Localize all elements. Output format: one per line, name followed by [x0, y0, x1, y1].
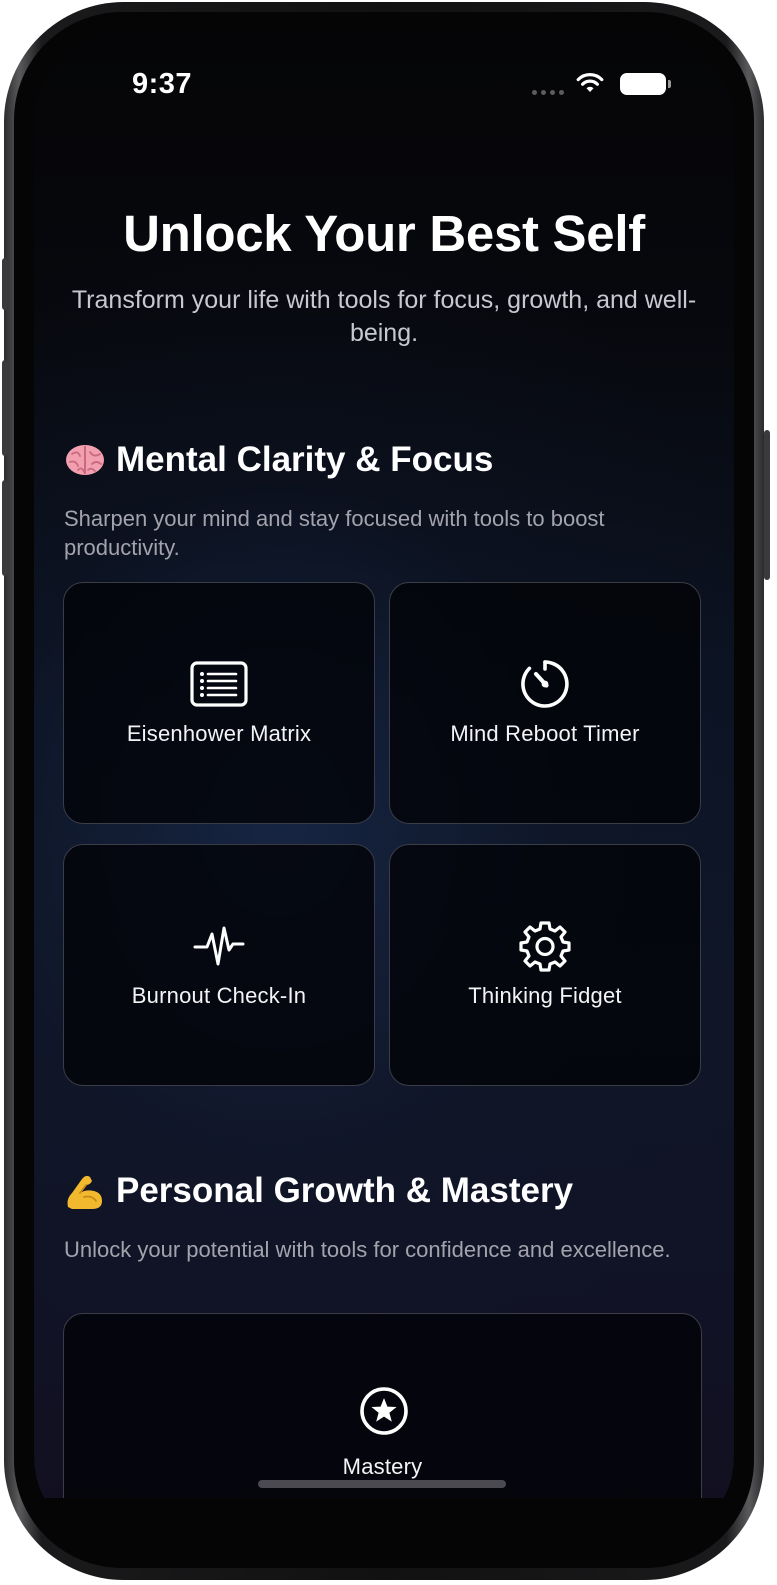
tool-label: Eisenhower Matrix: [126, 721, 312, 746]
tool-tile-eisenhower-matrix[interactable]: Eisenhower Matrix: [63, 582, 375, 824]
tool-label: Mastery: [342, 1454, 423, 1479]
tool-label: Burnout Check-In: [131, 983, 307, 1008]
wifi-icon: [576, 73, 604, 92]
section-title: Mental Clarity & Focus: [116, 440, 494, 479]
cellular-signal-icon: [532, 90, 564, 95]
app-screen: 9:37 Unlock Your Best Self Transform you…: [34, 32, 734, 1548]
battery-icon: [620, 73, 671, 95]
section-heading-personal-growth: Personal Growth & Mastery: [64, 1171, 573, 1211]
bottom-shade: [34, 1498, 734, 1548]
status-bar: 9:37: [34, 32, 734, 132]
home-indicator[interactable]: [258, 1480, 506, 1488]
tool-tile-thinking-fidget[interactable]: Thinking Fidget: [389, 844, 701, 1086]
power-button: [764, 430, 770, 580]
side-button: [2, 258, 8, 310]
star-circle-icon: [355, 1386, 413, 1436]
section-title: Personal Growth & Mastery: [116, 1171, 574, 1210]
tool-tile-mind-reboot-timer[interactable]: Mind Reboot Timer: [389, 582, 701, 824]
tool-label: Mind Reboot Timer: [450, 721, 640, 746]
tool-label: Thinking Fidget: [468, 983, 622, 1008]
pulse-icon: [190, 921, 248, 971]
section-description: Sharpen your mind and stay focused with …: [64, 506, 605, 560]
gear-icon: [516, 921, 574, 972]
flexed-biceps-emoji-icon: [64, 1171, 106, 1211]
page-subtitle: Transform your life with tools for focus…: [71, 286, 697, 347]
tool-tile-burnout-check-in[interactable]: Burnout Check-In: [63, 844, 375, 1086]
status-time: 9:37: [132, 68, 193, 100]
list-icon: [190, 659, 248, 709]
timer-icon: [516, 659, 574, 709]
volume-down-button: [2, 480, 8, 576]
volume-up-button: [2, 360, 8, 456]
page-title: Unlock Your Best Self: [123, 205, 645, 262]
brain-emoji-icon: [64, 440, 106, 480]
section-heading-mental-clarity: Mental Clarity & Focus: [64, 440, 493, 480]
section-description: Unlock your potential with tools for con…: [64, 1237, 671, 1262]
